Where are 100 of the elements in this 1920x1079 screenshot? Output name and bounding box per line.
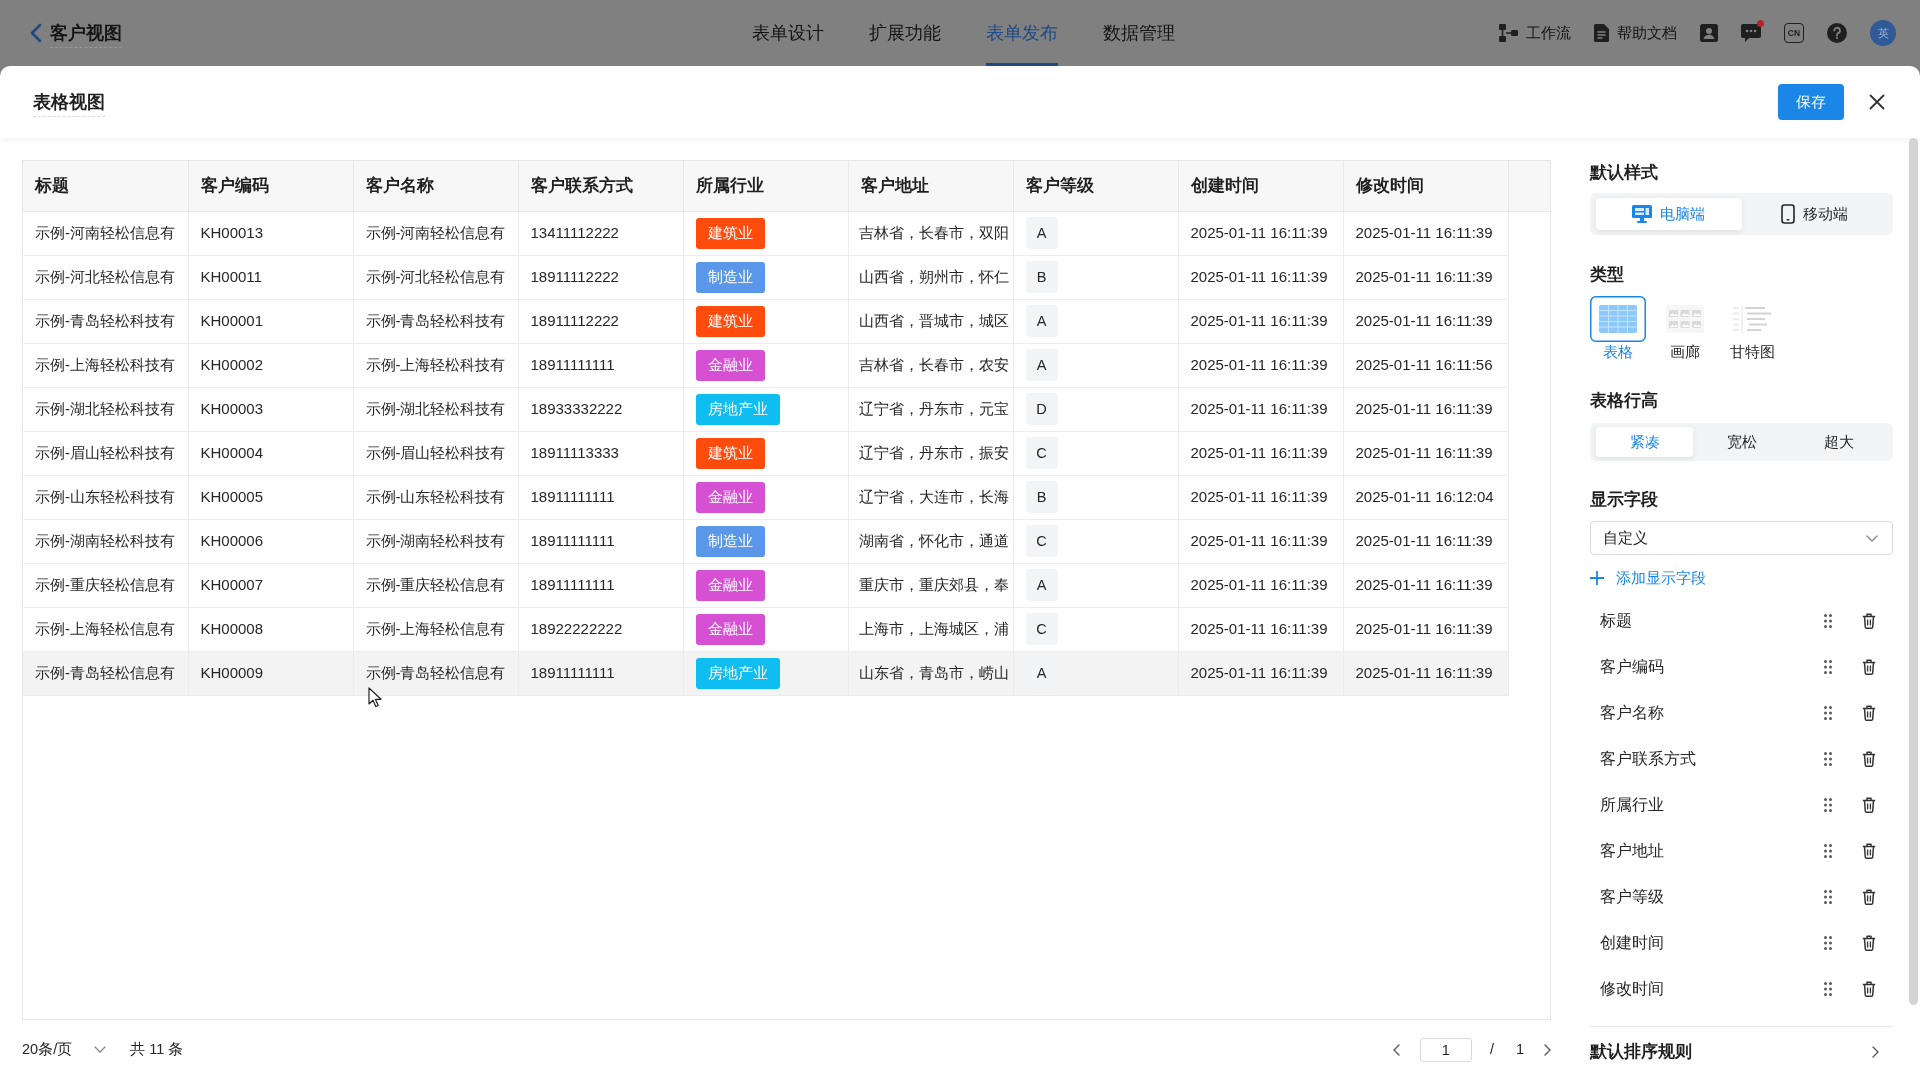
field-name: 客户联系方式 bbox=[1600, 749, 1696, 769]
nav-tab[interactable]: 扩展功能 bbox=[868, 0, 941, 66]
scrollbar-thumb[interactable] bbox=[1909, 138, 1918, 1005]
drag-handle-icon[interactable] bbox=[1824, 660, 1832, 674]
monitor-icon bbox=[1632, 205, 1653, 223]
trash-icon[interactable] bbox=[1862, 843, 1876, 859]
drag-handle-icon[interactable] bbox=[1824, 982, 1832, 996]
industry-tag: 建筑业 bbox=[695, 305, 765, 337]
table-cell: 18911111111 bbox=[518, 519, 683, 563]
field-name: 客户等级 bbox=[1600, 887, 1664, 907]
section-heading: 表格行高 bbox=[1590, 390, 1659, 411]
drag-handle-icon[interactable] bbox=[1824, 614, 1832, 628]
flowchart-icon bbox=[1499, 24, 1518, 42]
trash-icon[interactable] bbox=[1862, 705, 1876, 721]
row-height-tab[interactable]: 紧凑 bbox=[1596, 427, 1693, 457]
contact-card-icon[interactable] bbox=[1700, 24, 1718, 42]
table-cell: 示例-湖南轻松科技有 bbox=[23, 519, 188, 563]
chevron-down-icon bbox=[1866, 534, 1878, 542]
column-header: 所属行业 bbox=[683, 161, 848, 211]
page-size-select[interactable]: 20条/页 bbox=[22, 1038, 107, 1061]
drag-handle-icon[interactable] bbox=[1824, 706, 1832, 720]
table-cell: 18911111111 bbox=[518, 563, 683, 607]
table-cell: 2025-01-11 16:11:39 bbox=[1178, 607, 1343, 651]
drag-handle-icon[interactable] bbox=[1824, 798, 1832, 812]
table-cell: KH00004 bbox=[188, 431, 353, 475]
table-cell: KH00013 bbox=[188, 211, 353, 255]
gallery-layout-icon bbox=[1666, 305, 1704, 333]
table-cell: 2025-01-11 16:11:39 bbox=[1178, 475, 1343, 519]
field-name: 标题 bbox=[1600, 611, 1632, 631]
table-cell: 吉林省，长春市，双阳 bbox=[848, 211, 1013, 255]
field-name: 客户地址 bbox=[1600, 841, 1664, 861]
drag-handle-icon[interactable] bbox=[1824, 844, 1832, 858]
save-button[interactable]: 保存 bbox=[1778, 84, 1844, 120]
table-cell: KH00008 bbox=[188, 607, 353, 651]
drag-handle-icon[interactable] bbox=[1824, 936, 1832, 950]
table-cell: 示例-眉山轻松科技有 bbox=[353, 431, 518, 475]
total-count: 共 11 条 bbox=[130, 1039, 184, 1059]
trash-icon[interactable] bbox=[1862, 981, 1876, 997]
add-field-button[interactable]: 添加显示字段 bbox=[1590, 567, 1706, 589]
field-mode-select[interactable]: 自定义 bbox=[1590, 521, 1893, 555]
row-height-tab[interactable]: 超大 bbox=[1790, 427, 1887, 457]
table-cell: 2025-01-11 16:11:39 bbox=[1343, 255, 1508, 299]
previous-page-icon[interactable] bbox=[1392, 1043, 1400, 1056]
table-cell: 18911112222 bbox=[518, 299, 683, 343]
column-header: 客户地址 bbox=[848, 161, 1013, 211]
column-header: 客户名称 bbox=[353, 161, 518, 211]
table-cell: 2025-01-11 16:11:39 bbox=[1343, 607, 1508, 651]
table-cell: 山东省，青岛市，崂山 bbox=[848, 651, 1013, 695]
language-button[interactable]: CN bbox=[1784, 23, 1804, 43]
table-cell: 示例-上海轻松信息有 bbox=[23, 607, 188, 651]
table-cell: KH00011 bbox=[188, 255, 353, 299]
trash-icon[interactable] bbox=[1862, 935, 1876, 951]
view-type-option[interactable]: 画廊 bbox=[1657, 296, 1713, 362]
chevron-right-icon[interactable] bbox=[1872, 1045, 1879, 1058]
trash-icon[interactable] bbox=[1862, 659, 1876, 675]
table-cell: 2025-01-11 16:11:39 bbox=[1178, 563, 1343, 607]
drag-handle-icon[interactable] bbox=[1824, 752, 1832, 766]
nav-tab[interactable]: 表单设计 bbox=[751, 0, 824, 66]
column-header: 客户联系方式 bbox=[518, 161, 683, 211]
table-cell: 示例-青岛轻松科技有 bbox=[23, 299, 188, 343]
table-cell: 湖南省，怀化市，通道 bbox=[848, 519, 1013, 563]
plus-icon bbox=[1590, 571, 1604, 585]
table-cell: 示例-重庆轻松信息有 bbox=[23, 563, 188, 607]
help-docs-link[interactable]: 帮助文档 bbox=[1594, 21, 1677, 45]
table-cell: 2025-01-11 16:11:39 bbox=[1178, 431, 1343, 475]
level-badge: B bbox=[1025, 481, 1058, 513]
table-cell: 示例-山东轻松科技有 bbox=[23, 475, 188, 519]
workflow-link[interactable]: 工作流 bbox=[1499, 21, 1571, 45]
level-badge: C bbox=[1025, 525, 1058, 557]
trash-icon[interactable] bbox=[1862, 797, 1876, 813]
next-page-icon[interactable] bbox=[1544, 1043, 1551, 1056]
table-cell: 2025-01-11 16:11:39 bbox=[1178, 299, 1343, 343]
close-icon[interactable] bbox=[1869, 94, 1885, 110]
industry-tag: 制造业 bbox=[695, 261, 765, 293]
table-cell: 示例-青岛轻松信息有 bbox=[23, 651, 188, 695]
table-cell: 示例-河北轻松信息有 bbox=[23, 255, 188, 299]
device-tab[interactable]: 移动端 bbox=[1741, 198, 1887, 230]
user-avatar[interactable]: 英 bbox=[1870, 20, 1896, 46]
view-type-option[interactable]: 表格 bbox=[1590, 296, 1646, 362]
back-button[interactable]: 客户视图 bbox=[30, 19, 122, 47]
table-cell: 示例-上海轻松信息有 bbox=[353, 607, 518, 651]
trash-icon[interactable] bbox=[1862, 889, 1876, 905]
table-cell: KH00003 bbox=[188, 387, 353, 431]
level-badge: B bbox=[1025, 261, 1058, 293]
view-type-option[interactable]: 甘特图 bbox=[1724, 296, 1780, 362]
trash-icon[interactable] bbox=[1862, 751, 1876, 767]
back-icon bbox=[30, 23, 42, 43]
help-icon[interactable] bbox=[1827, 23, 1847, 43]
table-cell: KH00001 bbox=[188, 299, 353, 343]
page-count: 1 bbox=[1515, 1039, 1524, 1059]
table-cell: 2025-01-11 16:11:39 bbox=[1343, 563, 1508, 607]
page-input[interactable]: 1 bbox=[1419, 1037, 1472, 1062]
device-tab[interactable]: 电脑端 bbox=[1596, 198, 1742, 230]
table-cell: 2025-01-11 16:11:39 bbox=[1343, 387, 1508, 431]
nav-tab[interactable]: 数据管理 bbox=[1102, 0, 1175, 66]
row-height-tab[interactable]: 宽松 bbox=[1693, 427, 1790, 457]
chat-icon[interactable] bbox=[1741, 24, 1761, 42]
trash-icon[interactable] bbox=[1862, 613, 1876, 629]
drag-handle-icon[interactable] bbox=[1824, 890, 1832, 904]
table-cell: KH00007 bbox=[188, 563, 353, 607]
